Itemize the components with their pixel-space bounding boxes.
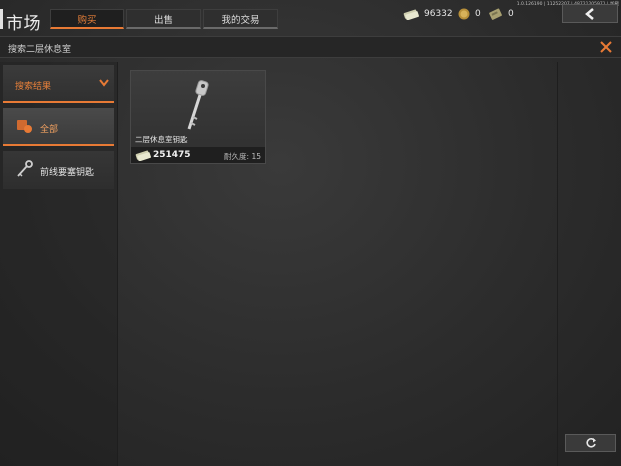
- tab-my-trades-label: 我的交易: [221, 14, 260, 26]
- currency-coin: 0: [458, 8, 481, 20]
- search-results-label: 搜索结果: [15, 82, 52, 92]
- category-sidebar: 搜索结果 全部 前线要塞钥匙: [0, 62, 117, 466]
- coin-value: 0: [475, 9, 481, 19]
- key-icon: [17, 160, 33, 177]
- tab-my-trades[interactable]: 我的交易: [203, 9, 278, 29]
- chevron-down-icon: [99, 79, 109, 87]
- market-screen: 1.0.126190 | 11252207 | 48721205971 | 加载…: [0, 0, 621, 466]
- currency-cash: 96332: [403, 8, 453, 20]
- search-results-header[interactable]: 搜索结果: [3, 65, 114, 103]
- back-button[interactable]: [562, 4, 618, 23]
- right-panel-divider: [557, 62, 558, 466]
- coin-icon: [458, 8, 470, 20]
- cash-value: 96332: [424, 9, 453, 19]
- all-items-icon: [17, 120, 32, 133]
- page-title: 市场: [6, 14, 41, 34]
- close-icon[interactable]: [599, 40, 613, 54]
- sidebar-divider: [117, 62, 118, 466]
- listing-durability: 耐久度: 15: [224, 152, 261, 161]
- sidebar-item-fortress-key-label: 前线要塞钥匙: [40, 168, 95, 178]
- ticket-value: 0: [508, 9, 514, 19]
- tab-sell-label: 出售: [153, 14, 173, 26]
- chevron-left-icon: [585, 7, 594, 20]
- tab-sell[interactable]: 出售: [126, 9, 201, 29]
- title-marker: [0, 9, 3, 29]
- search-bar[interactable]: 搜索二层休息室: [0, 36, 621, 58]
- sidebar-item-all-label: 全部: [40, 125, 59, 135]
- listing-card[interactable]: 二层休息室钥匙 251475 耐久度: 15: [130, 70, 266, 164]
- tab-buy[interactable]: 购买: [50, 9, 124, 29]
- cash-icon: [135, 150, 151, 161]
- sidebar-item-fortress-key[interactable]: 前线要塞钥匙: [3, 151, 114, 189]
- tab-buy-label: 购买: [77, 14, 97, 26]
- listing-price: 251475: [153, 150, 191, 160]
- listing-item-name: 二层休息室钥匙: [135, 135, 188, 144]
- sidebar-item-all[interactable]: 全部: [3, 108, 114, 146]
- ticket-icon: [489, 8, 502, 20]
- refresh-icon: [585, 438, 596, 448]
- search-query[interactable]: 搜索二层休息室: [8, 42, 71, 55]
- cash-icon: [403, 9, 419, 20]
- currency-ticket: 0: [489, 8, 514, 20]
- key-item-icon: [187, 80, 209, 130]
- refresh-button[interactable]: [565, 434, 616, 452]
- top-bar: 1.0.126190 | 11252207 | 48721205971 | 加载…: [0, 0, 621, 34]
- listing-footer: 251475 耐久度: 15: [131, 147, 265, 163]
